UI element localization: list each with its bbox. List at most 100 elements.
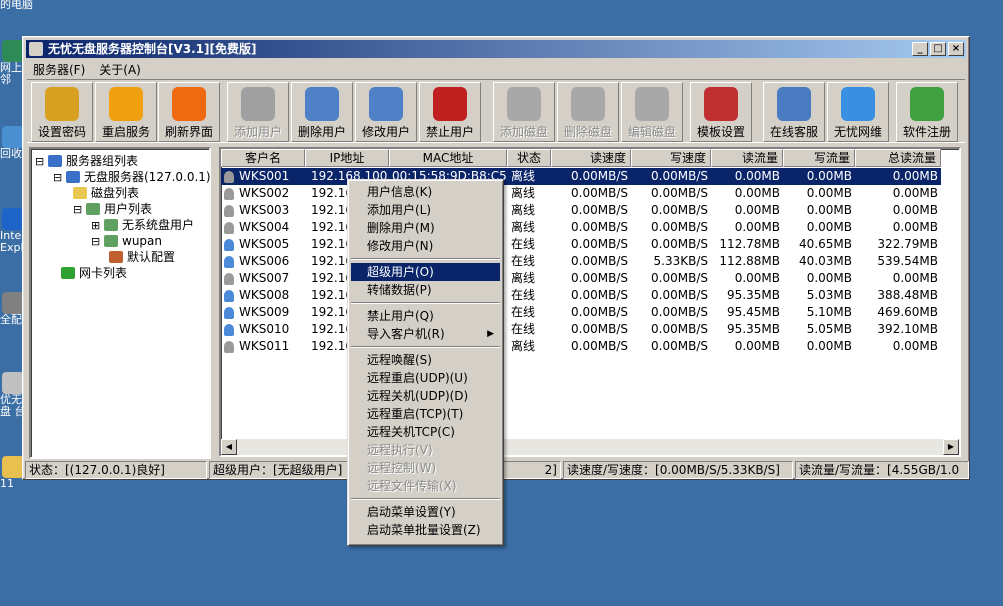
scroll-left-icon[interactable]: ◀ [221,439,237,455]
toolbar-button-8[interactable]: 添加磁盘 [493,82,555,142]
context-menu-item-15[interactable]: 远程重启(TCP)(T) [351,405,500,423]
context-menu-item-7[interactable]: 转储数据(P) [351,281,500,299]
client-computer-icon [224,238,234,251]
menu-item-label: 启动菜单设置(Y) [367,505,456,519]
table-cell-tr: 0.00MB [892,339,938,353]
tree-expander-icon[interactable]: ⊟ [91,236,100,247]
server-tree[interactable]: ⊟ 服务器组列表 ⊟ 无盘服务器(127.0.0.1) 磁盘列表 ⊟ 用户列表 ⊞ 无系统盘用户… [29,147,211,459]
table-cell-rs: 0.00MB/S [571,322,628,336]
client-name: WKS010 [239,322,290,336]
column-header[interactable]: 写速度 [631,149,711,167]
context-menu-item-1[interactable]: 用户信息(K) [351,183,500,201]
toolbar-button-4[interactable]: 添加用户 [227,82,289,142]
context-menu-item-14[interactable]: 远程关机(UDP)(D) [351,387,500,405]
toolbar-button-label: 无忧网维 [833,125,882,139]
tree-node-icon [86,203,100,215]
toolbar-button-1[interactable]: 设置密码 [31,82,93,142]
column-header[interactable]: IP地址 [305,149,389,167]
table-row[interactable]: WKS003 192.168 离线 0.00MB/S 0.00MB/S 0.00MB 0.0… [221,202,959,219]
context-menu-item-9[interactable]: 禁止用户(Q) [351,307,500,325]
table-cell-rt: 0.00MB [734,339,780,353]
title-bar[interactable]: 无忧无盘服务器控制台[V3.1][免费版] _ □ × [26,40,966,58]
toolbar-button-13[interactable]: 无忧网维 [827,82,889,142]
context-menu-item-21[interactable]: 启动菜单设置(Y) [351,503,500,521]
tree-node[interactable]: ⊟ 无盘服务器(127.0.0.1) [53,169,211,185]
desktop-label-my-computer[interactable]: 的电脑 [0,0,33,12]
table-row[interactable]: WKS002 192.168 离线 0.00MB/S 0.00MB/S 0.00MB 0.0… [221,185,959,202]
scroll-right-icon[interactable]: ▶ [943,439,959,455]
tree-node[interactable]: 网卡列表 [61,265,127,281]
context-menu-item-17[interactable]: 远程执行(V) [351,441,500,459]
column-header[interactable]: 总读流量 [855,149,941,167]
context-menu-item-2[interactable]: 添加用户(L) [351,201,500,219]
tree-node-label: 用户列表 [104,202,153,216]
context-menu-item-22[interactable]: 启动菜单批量设置(Z) [351,521,500,539]
tree-node[interactable]: ⊞ 无系统盘用户 [91,217,194,233]
context-menu-item-3[interactable]: 删除用户(M) [351,219,500,237]
table-cell-status: 在线 [511,322,536,336]
column-header[interactable]: 写流量 [783,149,855,167]
context-menu-item-18[interactable]: 远程控制(W) [351,459,500,477]
tree-node[interactable]: ⊟ 服务器组列表 [35,153,138,169]
table-row[interactable]: WKS007 192.168 离线 0.00MB/S 0.00MB/S 0.00MB 0.0… [221,270,959,287]
table-cell-wt: 5.03MB [806,288,852,302]
context-menu-item-19[interactable]: 远程文件传输(X) [351,477,500,495]
column-header[interactable]: 读速度 [551,149,631,167]
table-row[interactable]: WKS001192.168.100...00:15:58:9D:B8:C5离线0… [221,168,959,185]
toolbar-button-10[interactable]: 编辑磁盘 [621,82,683,142]
table-cell-name: WKS011 [221,338,305,355]
client-computer-icon [224,272,234,285]
context-menu-item-12[interactable]: 远程唤醒(S) [351,351,500,369]
context-menu-item-4[interactable]: 修改用户(N) [351,237,500,255]
context-menu-item-6[interactable]: 超级用户(O) [351,263,500,281]
tree-expander-icon[interactable]: ⊟ [35,156,44,167]
client-name: WKS003 [239,203,290,217]
tools-icon [704,87,738,121]
tree-expander-icon[interactable]: ⊞ [91,220,100,231]
tree-node[interactable]: 默认配置 [109,249,175,265]
menu-separator [351,498,500,500]
tree-node-label: 服务器组列表 [66,154,139,168]
toolbar-button-9[interactable]: 删除磁盘 [557,82,619,142]
table-cell-name: WKS005 [221,236,305,253]
column-header[interactable]: 状态 [507,149,551,167]
tree-expander-icon[interactable]: ⊟ [73,204,82,215]
padlock-icon [45,87,79,121]
table-row[interactable]: WKS011 192.168 离线 0.00MB/S 0.00MB/S 0.00MB 0.0… [221,338,959,355]
table-row[interactable]: WKS010 192.168 在线 0.00MB/S 0.00MB/S 95.35MB 5.… [221,321,959,338]
tree-node[interactable]: 磁盘列表 [73,185,139,201]
menu-server[interactable]: 服务器(F) [26,59,92,77]
toolbar-button-14[interactable]: 软件注册 [896,82,958,142]
client-list[interactable]: 客户名 IP地址 MAC地址 状态 读速度 写速度 读流量 写流量 总读流量 WKS001 192… [219,147,961,457]
table-row[interactable]: WKS005 192.168 在线 0.00MB/S 0.00MB/S 112.78MB 4… [221,236,959,253]
context-menu-item-16[interactable]: 远程关机TCP(C) [351,423,500,441]
table-row[interactable]: WKS004 192.168 离线 0.00MB/S 0.00MB/S 0.00MB 0.0… [221,219,959,236]
toolbar-button-2[interactable]: 重启服务 [95,82,157,142]
toolbar-button-11[interactable]: 模板设置 [690,82,752,142]
column-header[interactable]: MAC地址 [389,149,507,167]
tree-node-label: 网卡列表 [79,266,128,280]
tree-expander-icon[interactable]: ⊟ [53,172,62,183]
toolbar-button-12[interactable]: 在线客服 [763,82,825,142]
table-row[interactable]: WKS009 192.168 在线 0.00MB/S 0.00MB/S 95.45MB 5.… [221,304,959,321]
column-header[interactable]: 读流量 [711,149,783,167]
toolbar-button-7[interactable]: 禁止用户 [419,82,481,142]
maximize-button[interactable]: □ [930,42,946,56]
horizontal-scrollbar[interactable]: ◀ ▶ [221,439,959,455]
minimize-button[interactable]: _ [912,42,928,56]
context-menu-item-13[interactable]: 远程重启(UDP)(U) [351,369,500,387]
column-header[interactable]: 客户名 [221,149,305,167]
table-row[interactable]: WKS006 192.168 在线 0.00MB/S 5.33KB/S 112.88MB 4… [221,253,959,270]
toolbar-button-6[interactable]: 修改用户 [355,82,417,142]
close-button[interactable]: × [948,42,964,56]
client-name: WKS008 [239,288,290,302]
table-cell-wt: 40.03MB [799,254,852,268]
table-row[interactable]: WKS008 192.168 在线 0.00MB/S 0.00MB/S 95.35MB 5.… [221,287,959,304]
table-cell-status: 在线 [511,288,536,302]
tree-node[interactable]: ⊟ wupan [91,233,162,249]
tree-node[interactable]: ⊟ 用户列表 [73,201,152,217]
context-menu-item-10[interactable]: 导入客户机(R) ▶ [351,325,500,343]
toolbar-button-5[interactable]: 删除用户 [291,82,353,142]
toolbar-button-3[interactable]: 刷新界面 [158,82,220,142]
menu-about[interactable]: 关于(A) [92,59,148,77]
